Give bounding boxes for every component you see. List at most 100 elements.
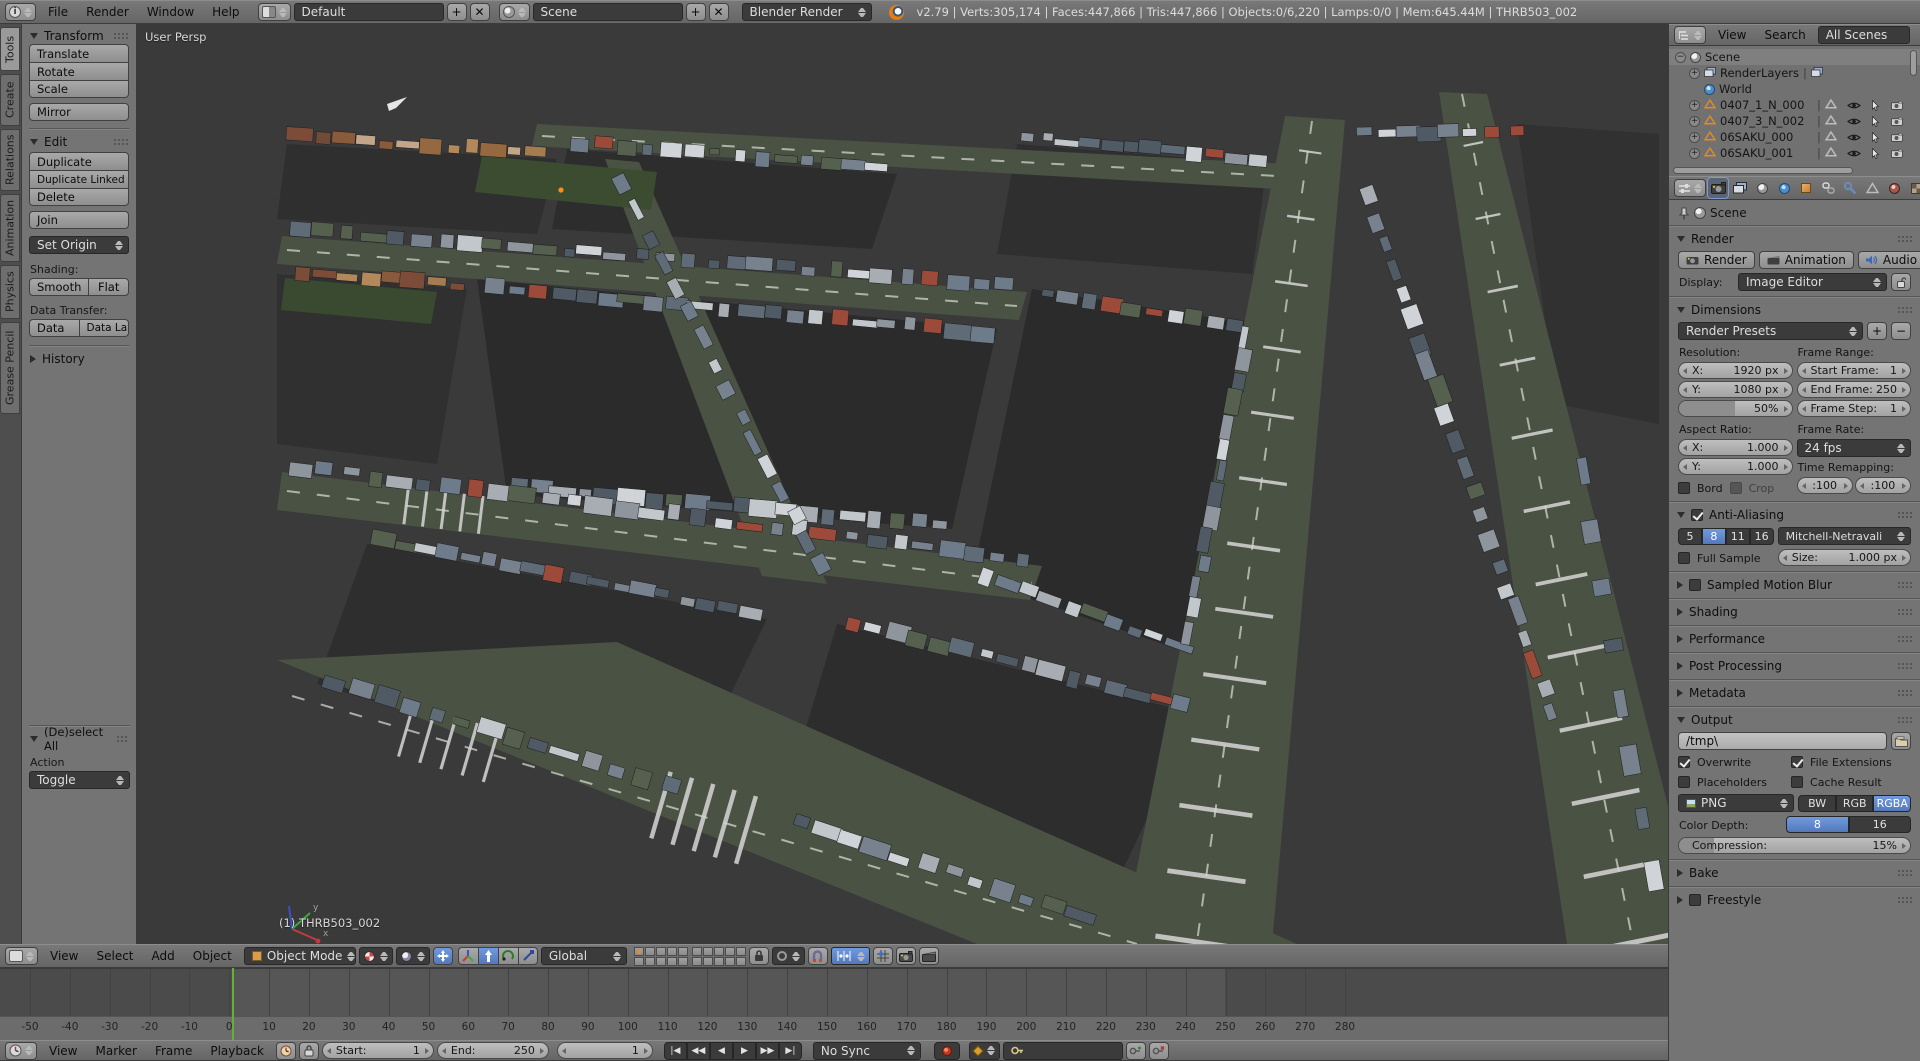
frame-rate-dropdown[interactable]: 24 fps bbox=[1797, 439, 1912, 457]
panel-drag-dots[interactable] bbox=[113, 32, 128, 40]
panel-drag-dots[interactable] bbox=[1897, 689, 1912, 697]
panel-drag-dots[interactable] bbox=[1897, 869, 1912, 877]
render-still-button[interactable]: Render bbox=[1678, 251, 1755, 269]
panel-deselect-all[interactable]: (De)select All bbox=[29, 729, 130, 749]
depth-16[interactable]: 16 bbox=[1849, 816, 1911, 833]
layer-cell[interactable] bbox=[634, 947, 644, 956]
remap-new-field[interactable]: :100 bbox=[1855, 477, 1911, 494]
crop-checkbox[interactable] bbox=[1730, 482, 1742, 494]
editor-type-3dview[interactable] bbox=[5, 947, 38, 965]
scale-button[interactable]: Scale bbox=[29, 80, 129, 98]
data-transfer-data-button[interactable]: Data bbox=[29, 319, 79, 337]
motion-blur-checkbox[interactable] bbox=[1689, 579, 1701, 591]
file-format-dropdown[interactable]: PNG bbox=[1678, 794, 1794, 812]
timeline-ruler[interactable]: -50-40-30-20-100102030405060708090100110… bbox=[0, 1016, 1668, 1040]
layer-cell[interactable] bbox=[692, 947, 702, 956]
insert-keyframe-button[interactable] bbox=[1126, 1042, 1146, 1060]
view3d-menu-select[interactable]: Select bbox=[87, 945, 142, 967]
current-frame-field[interactable]: 1 bbox=[557, 1042, 653, 1059]
lock-time-button[interactable] bbox=[299, 1042, 319, 1060]
layer-cell[interactable] bbox=[667, 957, 677, 966]
border-checkbox[interactable] bbox=[1678, 482, 1690, 494]
outliner-item-renderlayers[interactable]: +RenderLayers| bbox=[1669, 65, 1920, 81]
viewport-3d[interactable]: y x User Persp (1) THRB503_002 bbox=[137, 24, 1668, 944]
snap-element-dropdown[interactable] bbox=[831, 947, 870, 965]
manipulator-toggle[interactable] bbox=[433, 947, 453, 965]
mirror-button[interactable]: Mirror bbox=[29, 103, 129, 121]
sync-dropdown[interactable]: No Sync bbox=[813, 1042, 921, 1060]
current-frame-line[interactable] bbox=[232, 968, 234, 1040]
add-preset-button[interactable]: + bbox=[1867, 322, 1887, 340]
tab-render-layers[interactable] bbox=[1730, 178, 1750, 198]
resolution-y-field[interactable]: Y:1080 px bbox=[1678, 381, 1793, 398]
timeline-menu-frame[interactable]: Frame bbox=[146, 1041, 201, 1060]
shade-flat-button[interactable]: Flat bbox=[88, 278, 129, 296]
delete-keyframe-button[interactable] bbox=[1149, 1042, 1169, 1060]
end-frame-field[interactable]: End Frame:250 bbox=[1797, 381, 1912, 398]
timeline-menu-view[interactable]: View bbox=[40, 1041, 86, 1060]
manipulator-translate-button[interactable] bbox=[478, 947, 498, 965]
snap-toggle-button[interactable] bbox=[808, 947, 828, 965]
visibility-eye-icon[interactable] bbox=[1847, 149, 1861, 158]
sidebar-tab-relations[interactable]: Relations bbox=[0, 129, 20, 191]
layer-cell[interactable] bbox=[692, 957, 702, 966]
duplicate-linked-button[interactable]: Duplicate Linked bbox=[29, 170, 129, 188]
remove-preset-button[interactable]: − bbox=[1891, 322, 1911, 340]
compression-slider[interactable]: Compression:15% bbox=[1678, 837, 1911, 854]
lock-to-scene-button[interactable] bbox=[749, 947, 769, 965]
layer-cell[interactable] bbox=[703, 947, 713, 956]
layers-grid-a[interactable] bbox=[634, 947, 688, 966]
tab-modifiers[interactable] bbox=[1840, 178, 1860, 198]
start-frame-field[interactable]: Start Frame:1 bbox=[1797, 362, 1912, 379]
topbar-menu-help[interactable]: Help bbox=[203, 1, 248, 23]
mode-dropdown[interactable]: Object Mode bbox=[244, 947, 356, 965]
freestyle-checkbox[interactable] bbox=[1689, 894, 1701, 906]
screen-layout-name[interactable]: Default bbox=[294, 3, 444, 21]
panel-dimensions[interactable]: Dimensions bbox=[1669, 300, 1920, 320]
time-indicator-button[interactable] bbox=[276, 1042, 296, 1060]
tab-object-data[interactable] bbox=[1862, 178, 1882, 198]
topbar-menu-window[interactable]: Window bbox=[138, 1, 203, 23]
panel-drag-dots[interactable] bbox=[1897, 235, 1912, 243]
layer-cell[interactable] bbox=[714, 957, 724, 966]
layer-cell[interactable] bbox=[656, 957, 666, 966]
full-sample-checkbox[interactable] bbox=[1678, 552, 1690, 564]
panel-anti-aliasing[interactable]: Anti-Aliasing bbox=[1669, 505, 1920, 525]
panel-drag-dots[interactable] bbox=[1897, 581, 1912, 589]
remap-old-field[interactable]: :100 bbox=[1797, 477, 1853, 494]
manipulator-rotate-button[interactable] bbox=[498, 947, 518, 965]
expander-plus-icon[interactable]: + bbox=[1689, 132, 1700, 143]
rotate-button[interactable]: Rotate bbox=[29, 62, 129, 80]
cache-result-checkbox[interactable] bbox=[1791, 776, 1803, 788]
renderability-camera-icon[interactable] bbox=[1891, 133, 1903, 142]
layer-cell[interactable] bbox=[703, 957, 713, 966]
selectability-cursor-icon[interactable] bbox=[1871, 132, 1880, 143]
autokey-mode-dropdown[interactable] bbox=[969, 1042, 1000, 1060]
panel-edit[interactable]: Edit bbox=[29, 132, 129, 152]
frame-step-field[interactable]: Frame Step:1 bbox=[1797, 400, 1912, 417]
outliner-menu-search[interactable]: Search bbox=[1755, 25, 1814, 45]
render-engine-dropdown[interactable]: Blender Render bbox=[742, 3, 872, 21]
panel-drag-dots[interactable] bbox=[113, 138, 128, 146]
outliner-item-scene[interactable]: −Scene bbox=[1669, 49, 1920, 65]
aspect-y-field[interactable]: Y:1.000 bbox=[1678, 458, 1793, 475]
screen-layout-browse[interactable] bbox=[258, 3, 291, 21]
layer-cell[interactable] bbox=[725, 957, 735, 966]
next-keyframe-button[interactable]: ▶▶ bbox=[756, 1042, 779, 1060]
orientation-dropdown[interactable]: Global bbox=[541, 947, 627, 965]
manipulator-axis-button[interactable] bbox=[458, 947, 478, 965]
overwrite-checkbox[interactable] bbox=[1678, 756, 1690, 768]
aa-sample-11[interactable]: 11 bbox=[1726, 528, 1750, 545]
aa-sample-8[interactable]: 8 bbox=[1702, 528, 1726, 545]
add-layout-button[interactable]: + bbox=[447, 3, 467, 21]
shade-smooth-button[interactable]: Smooth bbox=[29, 278, 88, 296]
layer-cell[interactable] bbox=[678, 947, 688, 956]
panel-drag-dots[interactable] bbox=[1897, 896, 1912, 904]
expander-plus-icon[interactable]: + bbox=[1689, 148, 1700, 159]
play-button[interactable]: ▶ bbox=[733, 1042, 756, 1060]
outliner-item-0407_3_n_002[interactable]: +0407_3_N_002| bbox=[1669, 113, 1920, 129]
scene-name[interactable]: Scene bbox=[533, 3, 683, 21]
layer-cell[interactable] bbox=[645, 947, 655, 956]
panel-transform[interactable]: Transform bbox=[29, 24, 129, 44]
expander-plus-icon[interactable]: + bbox=[1689, 68, 1700, 79]
